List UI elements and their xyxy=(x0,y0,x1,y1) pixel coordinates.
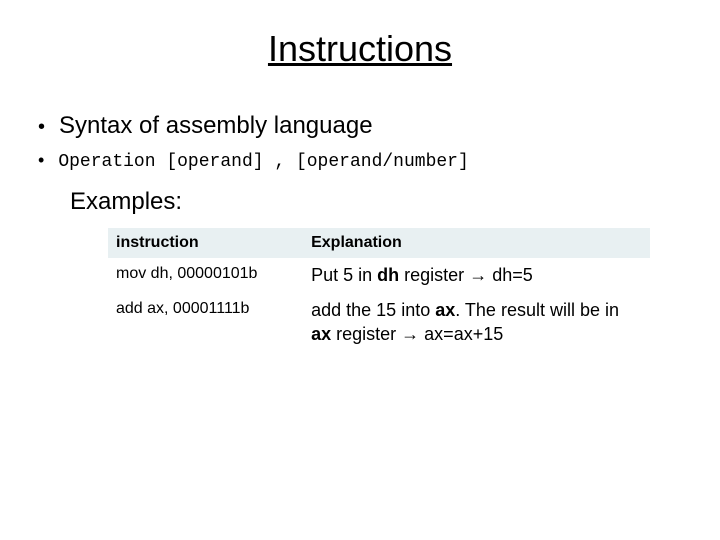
cell-explanation: add the 15 into ax. The result will be i… xyxy=(303,293,650,352)
table-row-empty xyxy=(108,352,650,410)
empty-cell xyxy=(108,352,303,410)
text: register xyxy=(399,265,469,285)
text: dh=5 xyxy=(487,265,533,285)
table-row: add ax, 00001111b add the 15 into ax. Th… xyxy=(108,293,650,352)
examples-table: instruction Explanation mov dh, 00000101… xyxy=(108,228,650,410)
cell-instruction: mov dh, 00000101b xyxy=(108,258,303,293)
empty-cell xyxy=(303,352,650,410)
bullet-syntax-text: Syntax of assembly language xyxy=(59,112,373,140)
bullet-dot-icon: • xyxy=(38,150,44,171)
bullet-list: • Syntax of assembly language • Operatio… xyxy=(38,112,690,172)
cell-explanation: Put 5 in dh register → dh=5 xyxy=(303,258,650,293)
slide-title: Instructions xyxy=(30,28,690,70)
examples-label: Examples: xyxy=(70,188,690,216)
bold-text: ax xyxy=(311,324,331,344)
slide: Instructions • Syntax of assembly langua… xyxy=(0,0,720,540)
arrow-icon: → xyxy=(401,324,419,344)
bullet-operation: • Operation [operand] , [operand/number] xyxy=(38,150,690,172)
table-header-row: instruction Explanation xyxy=(108,228,650,258)
col-header-explanation: Explanation xyxy=(303,228,650,258)
text: . The result will be in xyxy=(455,300,619,320)
bold-text: ax xyxy=(435,300,455,320)
arrow-icon: → xyxy=(469,265,487,285)
examples-table-wrap: instruction Explanation mov dh, 00000101… xyxy=(108,228,650,410)
text: add the 15 into xyxy=(311,300,435,320)
bullet-operation-text: Operation [operand] , [operand/number] xyxy=(58,152,468,172)
bullet-syntax: • Syntax of assembly language xyxy=(38,112,690,140)
table-row: mov dh, 00000101b Put 5 in dh register →… xyxy=(108,258,650,293)
bullet-dot-icon: • xyxy=(38,115,45,139)
text: Put 5 in xyxy=(311,265,377,285)
col-header-instruction: instruction xyxy=(108,228,303,258)
text: register xyxy=(331,324,401,344)
text: ax=ax+15 xyxy=(419,324,503,344)
cell-instruction: add ax, 00001111b xyxy=(108,293,303,352)
bold-text: dh xyxy=(377,265,399,285)
